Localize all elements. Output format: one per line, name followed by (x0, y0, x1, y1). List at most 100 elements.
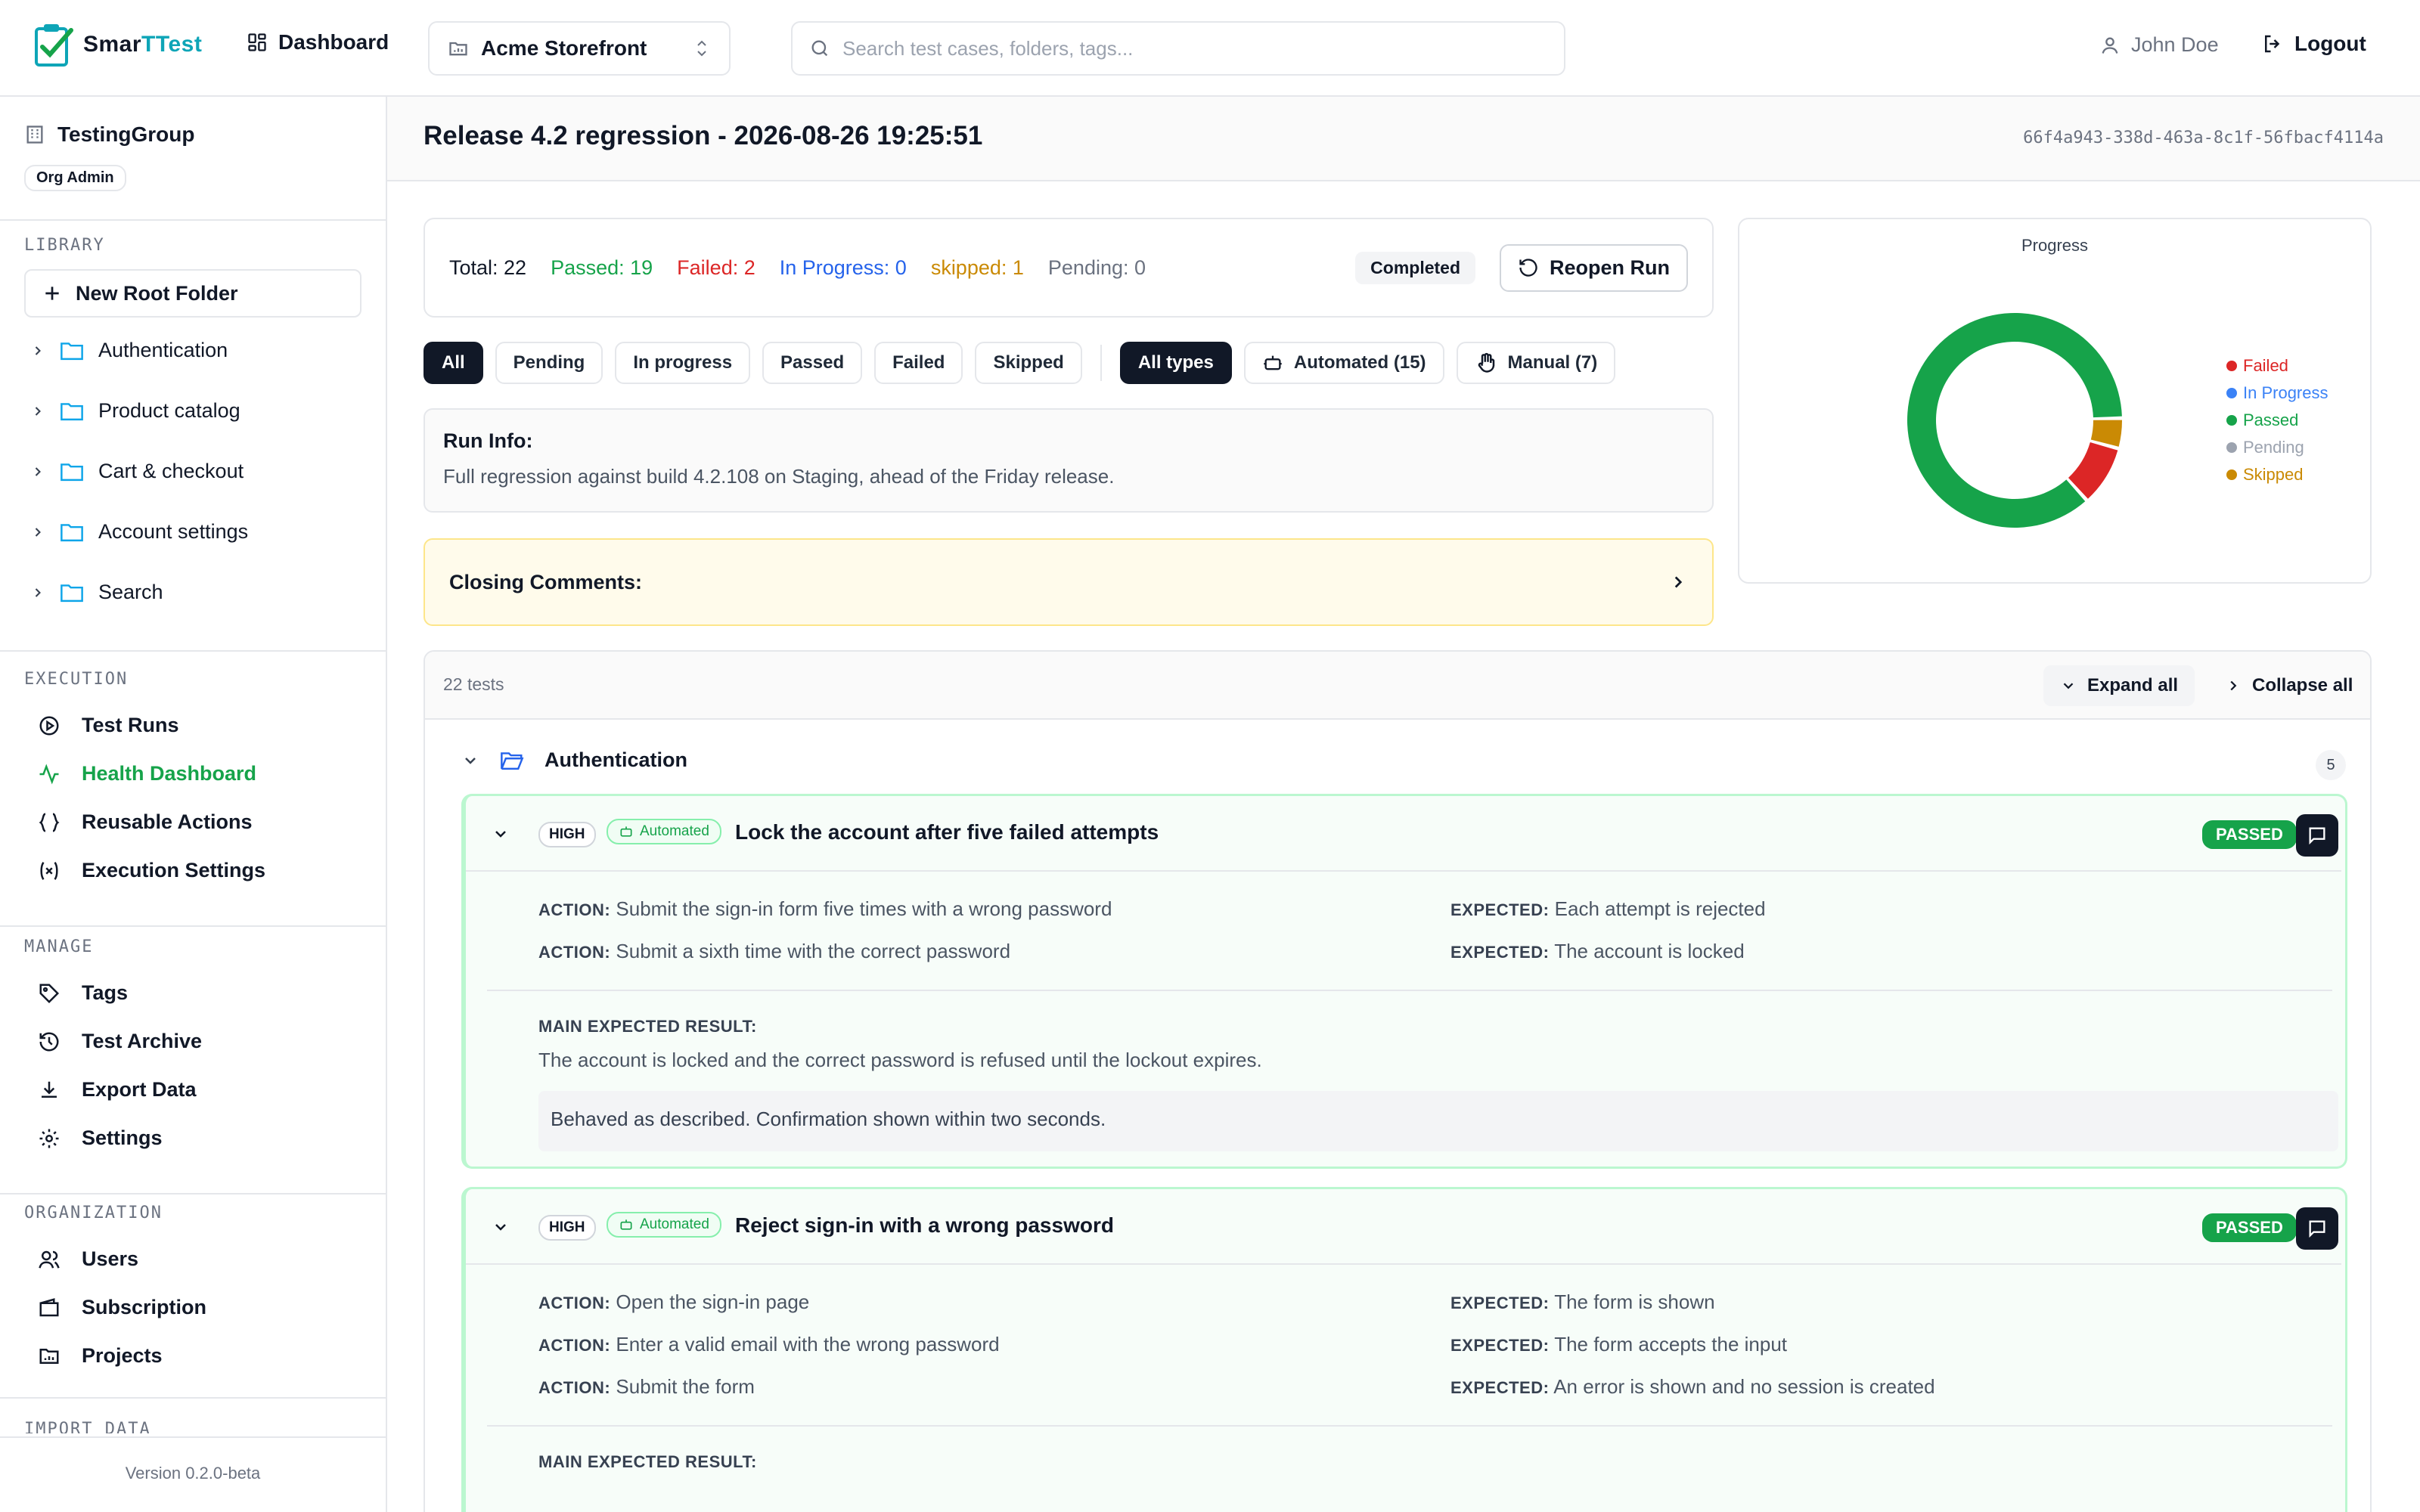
reopen-run-button[interactable]: Reopen Run (1500, 243, 1688, 292)
legend-label: Passed (2243, 411, 2299, 429)
nav-settings[interactable]: Settings (38, 1126, 163, 1150)
project-icon (449, 42, 467, 56)
status-badge: PASSED (2202, 820, 2297, 849)
stat-pending: Pending: 0 (1047, 256, 1146, 279)
filter-skipped[interactable]: Skipped (975, 342, 1082, 384)
folder-icon (60, 584, 83, 602)
folder-icon (60, 342, 83, 360)
filter-pending[interactable]: Pending (495, 342, 603, 384)
nav-export-data[interactable]: Export Data (38, 1078, 197, 1101)
chevron-down-icon[interactable] (492, 825, 510, 843)
filter-all-types[interactable]: All types (1119, 342, 1232, 384)
role-badge: Org Admin (24, 165, 126, 191)
dashboard-label: Dashboard (278, 30, 389, 54)
stat-failed: Failed: 2 (677, 256, 755, 279)
legend-item: Skipped (2226, 461, 2328, 488)
download-icon (42, 1081, 57, 1098)
group-count-badge: 5 (2316, 750, 2346, 780)
filter-passed[interactable]: Passed (762, 342, 863, 384)
test-case-header[interactable]: HIGH Automated Reject sign-in with a wro… (466, 1189, 2341, 1265)
tests-header: 22 tests Expand all Collapse all (425, 652, 2370, 720)
priority-badge: HIGH (538, 1215, 596, 1241)
chevron-right-icon[interactable] (30, 464, 45, 479)
nav-projects[interactable]: Projects (38, 1344, 163, 1368)
legend-label: Skipped (2243, 465, 2304, 484)
collapse-all-button[interactable]: Collapse all (2208, 665, 2369, 706)
step-action: ACTION: Submit the sign-in form five tim… (538, 897, 1112, 920)
test-case-header[interactable]: HIGH Automated Lock the account after fi… (466, 796, 2341, 872)
test-case: HIGH Automated Lock the account after fi… (461, 794, 2347, 1169)
logout-button[interactable]: Logout (2261, 32, 2366, 56)
status-badge: PASSED (2202, 1213, 2297, 1242)
legend-item: Failed (2226, 352, 2328, 380)
slice-failed (2068, 442, 2118, 499)
filter-in-progress[interactable]: In progress (615, 342, 751, 384)
stat-passed: Passed: 19 (551, 256, 653, 279)
search-bar[interactable] (791, 21, 1565, 76)
closing-comments-label: Closing Comments: (449, 570, 643, 593)
chevron-right-icon[interactable] (30, 525, 45, 540)
logo[interactable]: SmarTTest (33, 21, 202, 68)
nav-health-dashboard[interactable]: Health Dashboard (38, 762, 256, 785)
nav-subscription[interactable]: Subscription (38, 1296, 206, 1319)
run-title: Release 4.2 regression - 2026-08-26 19:2… (424, 121, 983, 150)
user-icon (2102, 37, 2118, 54)
folder-cart-checkout[interactable]: Cart & checkout (30, 460, 244, 483)
step-expected: EXPECTED: An error is shown and no sessi… (1450, 1375, 1935, 1398)
chevron-down-icon (2063, 683, 2074, 689)
org-name[interactable]: TestingGroup (24, 122, 194, 147)
divider (0, 650, 386, 652)
folder-icon (60, 463, 83, 481)
import-heading: IMPORT DATA (24, 1420, 151, 1433)
run-header: Release 4.2 regression - 2026-08-26 19:2… (387, 97, 2420, 181)
folder-icon (60, 402, 83, 420)
building-icon (26, 125, 43, 144)
nav-test-runs[interactable]: Test Runs (38, 714, 179, 737)
dashboard-button[interactable]: Dashboard (247, 30, 389, 54)
nav-tags[interactable]: Tags (38, 981, 128, 1005)
chevron-right-icon[interactable] (30, 343, 45, 358)
nav-test-archive[interactable]: Test Archive (38, 1030, 202, 1053)
comment-button[interactable] (2296, 814, 2338, 857)
filter-bar: All Pending In progress Passed Failed Sk… (424, 342, 1616, 384)
folder-product-catalog[interactable]: Product catalog (30, 399, 240, 423)
filter-all[interactable]: All (424, 342, 483, 384)
closing-comments[interactable]: Closing Comments: (424, 538, 1714, 626)
chevron-right-icon[interactable] (30, 404, 45, 419)
step-action: ACTION: Open the sign-in page (538, 1290, 810, 1313)
run-info-text: Full regression against build 4.2.108 on… (443, 465, 1115, 488)
user-menu[interactable]: John Doe (2099, 33, 2219, 57)
nav-users[interactable]: Users (38, 1247, 138, 1271)
step-action: ACTION: Submit a sixth time with the cor… (538, 940, 1011, 962)
comment-button[interactable] (2296, 1207, 2338, 1250)
chevron-down-icon[interactable] (492, 1218, 510, 1236)
test-case: HIGH Automated Reject sign-in with a wro… (461, 1187, 2347, 1512)
folder-search[interactable]: Search (30, 581, 163, 604)
message-square-icon (2309, 1220, 2325, 1238)
search-input[interactable] (842, 36, 1523, 60)
stat-in-progress: In Progress: 0 (779, 256, 907, 279)
filter-manual[interactable]: Manual (7) (1456, 342, 1616, 384)
chevron-right-icon[interactable] (30, 585, 45, 600)
expand-all-button[interactable]: Expand all (2043, 665, 2195, 706)
filter-failed[interactable]: Failed (874, 342, 963, 384)
stat-total: Total: 22 (449, 256, 527, 279)
step-expected: EXPECTED: The account is locked (1450, 940, 1745, 962)
divider (1100, 345, 1102, 381)
folder-account-settings[interactable]: Account settings (30, 520, 248, 544)
filter-automated[interactable]: Automated (15) (1243, 342, 1444, 384)
chevron-right-icon (2230, 680, 2237, 691)
step-expected: EXPECTED: The form is shown (1450, 1290, 1715, 1313)
chevron-down-icon[interactable] (461, 751, 479, 770)
nav-execution-settings[interactable]: Execution Settings (38, 859, 265, 882)
status-badge: Completed (1355, 251, 1475, 284)
main-expected-heading: MAIN EXPECTED RESULT: (538, 1452, 757, 1471)
nav-reusable-actions[interactable]: Reusable Actions (38, 810, 253, 834)
library-heading: LIBRARY (24, 236, 105, 255)
test-case-title: Lock the account after five failed attem… (735, 820, 1159, 844)
folder-authentication[interactable]: Authentication (30, 339, 228, 362)
project-selector[interactable]: Acme Storefront (428, 21, 731, 76)
new-root-folder-button[interactable]: New Root Folder (24, 269, 361, 318)
group-authentication[interactable]: Authentication (461, 748, 687, 772)
run-id: 66f4a943-338d-463a-8c1f-56fbacf4114a (2023, 129, 2384, 147)
